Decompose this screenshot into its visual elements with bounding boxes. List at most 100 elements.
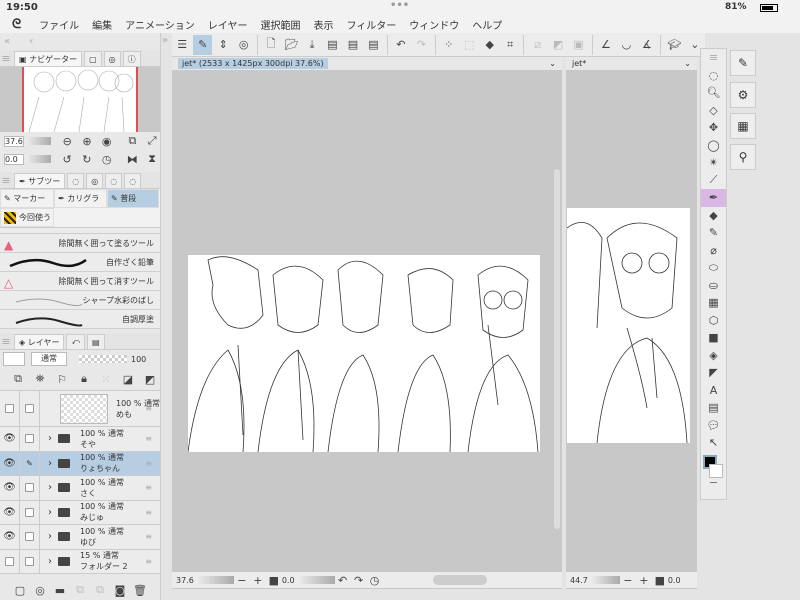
canvas-rotation-value[interactable]: 0.0 xyxy=(668,576,681,585)
speech-balloon-icon[interactable]: 💬︎ xyxy=(701,417,726,435)
learn-icon[interactable]: 🎓︎ xyxy=(665,35,683,55)
frame-icon[interactable]: ◤ xyxy=(701,364,726,382)
eye-icon[interactable]: 👁︎ xyxy=(3,531,16,542)
layer-row[interactable]: › 15 % 通常 フォルダー 2 ≡ xyxy=(0,549,160,574)
chevron-right-icon[interactable]: › xyxy=(48,507,52,518)
drag-handle-icon[interactable]: ≡ xyxy=(145,483,152,492)
layer-select-icon[interactable]: ◇ xyxy=(701,102,726,120)
blend-mode-select[interactable]: 通常 xyxy=(31,352,67,366)
chevron-right-icon[interactable]: › xyxy=(48,531,52,542)
redo-icon[interactable]: ↷ xyxy=(412,35,430,55)
magic-wand-icon[interactable]: ✴ xyxy=(701,154,726,172)
gradient-icon[interactable]: ■ xyxy=(701,329,726,347)
expression-color-select[interactable] xyxy=(3,352,25,366)
mask-icon[interactable]: ◪ xyxy=(120,371,136,387)
transform-icon[interactable]: ⌗ xyxy=(501,35,519,55)
eye-icon[interactable]: 👁︎ xyxy=(3,433,16,444)
open-icon[interactable]: 📂︎ xyxy=(282,35,300,55)
clip-layer-icon[interactable]: ⧉ xyxy=(10,371,26,387)
lock-icon[interactable]: 🔒︎ xyxy=(76,371,92,387)
rotation-value[interactable]: 0.0 xyxy=(4,153,24,165)
subtool-item[interactable]: 自作ざく鉛筆 xyxy=(0,253,160,272)
save-icon[interactable]: ⤓ xyxy=(303,35,321,55)
fill-icon[interactable]: ◆ xyxy=(480,35,498,55)
3d-figure-icon[interactable]: ⚲ xyxy=(730,144,756,170)
actual-size-icon[interactable]: ■ xyxy=(266,572,282,588)
flip-vertical-icon[interactable]: ⧗ xyxy=(144,151,160,167)
panel-menu-icon[interactable]: ≡ xyxy=(0,50,12,66)
panel-menu-icon[interactable]: ≡ xyxy=(0,333,12,349)
subtool-item[interactable]: 自調厚塗 xyxy=(0,310,160,329)
canvas-artwork-zoomed[interactable] xyxy=(566,208,690,444)
panel-menu-icon[interactable]: ≡ xyxy=(0,172,12,188)
up-down-icon[interactable]: ⇕ xyxy=(214,35,232,55)
pen-tool-icon[interactable]: ✒ xyxy=(701,189,726,207)
canvas-zoom-slider[interactable] xyxy=(589,576,620,584)
reset-rotation-icon[interactable]: ◷ xyxy=(367,572,383,588)
canvas-rotation-slider[interactable] xyxy=(296,576,335,584)
layer-mask-icon[interactable]: ◙ xyxy=(112,582,128,598)
clear-selection-icon[interactable]: ⁘ xyxy=(440,35,458,55)
zoom-out-icon[interactable]: − xyxy=(234,572,250,588)
reset-rotation-icon[interactable]: ◷ xyxy=(99,151,115,167)
canvas-artwork[interactable] xyxy=(187,255,540,453)
clip-studio-logo-icon[interactable]: ᘓ xyxy=(12,17,21,32)
chevron-down-icon[interactable]: ⌄ xyxy=(684,57,691,70)
hide-selection-icon[interactable]: ⧄ xyxy=(528,35,546,55)
subtool-item[interactable]: シャープ水彩のばし xyxy=(0,291,160,310)
zoom-out-icon[interactable]: − xyxy=(620,572,636,588)
tab-brush-size[interactable]: ◎ xyxy=(86,173,104,188)
menu-window[interactable]: ウィンドウ xyxy=(409,17,459,32)
tab-history[interactable]: ⤺ xyxy=(66,334,86,349)
drag-handle-icon[interactable]: ≡ xyxy=(145,434,152,443)
export-psd-icon[interactable]: ▤ xyxy=(364,35,382,55)
lock-transparent-icon[interactable]: ⁙ xyxy=(98,371,114,387)
chevron-right-icon[interactable]: › xyxy=(48,556,52,567)
menu-view[interactable]: 表示 xyxy=(313,17,333,32)
canvas-zoom-value[interactable]: 44.7 xyxy=(570,576,588,585)
layer-row[interactable]: 👁︎ › 100 % 通常 そや ≡ xyxy=(0,427,160,452)
subtool-group-everyday[interactable]: ✎ 普段 xyxy=(107,189,159,208)
export-png-icon[interactable]: ▤ xyxy=(344,35,362,55)
tab-subtool[interactable]: ✒ サブツー xyxy=(14,173,66,188)
layer-row[interactable]: 100 % 通常 めも ≡ xyxy=(0,391,160,427)
new-file-icon[interactable]: 🗋︎ xyxy=(262,35,280,55)
tab-more[interactable]: ◌ xyxy=(124,173,142,188)
storyboard-icon[interactable]: ▦ xyxy=(730,113,756,139)
chevron-right-icon[interactable]: › xyxy=(48,482,52,493)
chevron-right-icon[interactable]: › xyxy=(48,433,52,444)
brush-icon[interactable]: ✎ xyxy=(701,224,726,242)
rotate-right-icon[interactable]: ↷ xyxy=(351,572,367,588)
snap-ruler-icon[interactable]: ∠ xyxy=(597,35,615,55)
panel-collapse-bar[interactable]: « ‹ xyxy=(0,33,160,50)
subtool-group-calligraphy[interactable]: ✒ カリグラ xyxy=(54,189,107,208)
layer-row[interactable]: 👁︎ ✎ › 100 % 通常 りょちゃん ≡ xyxy=(0,451,160,476)
zoom-icon[interactable]: 🔍︎ xyxy=(701,84,726,102)
menu-file[interactable]: ファイル xyxy=(39,17,79,32)
lock-checkbox[interactable] xyxy=(25,507,34,517)
lasso-icon[interactable]: ◯ xyxy=(701,137,726,155)
tone-icon[interactable]: ◩ xyxy=(549,35,567,55)
menu-icon[interactable]: ☰ xyxy=(173,35,191,55)
blend-icon[interactable]: ⬭ xyxy=(701,259,726,277)
eyedropper-icon[interactable]: ⟋ xyxy=(701,172,726,190)
merge-down-icon[interactable]: ⧉ xyxy=(92,582,108,598)
draft-layer-icon[interactable]: ⚐ xyxy=(54,371,70,387)
horizontal-scrollbar[interactable] xyxy=(432,575,487,585)
drag-handle-icon[interactable]: ≡ xyxy=(145,404,152,413)
tab-navigator[interactable]: ▣ ナビゲーター xyxy=(14,51,83,66)
delete-layer-icon[interactable]: 🗑︎ xyxy=(132,582,148,598)
navigator-preview[interactable] xyxy=(0,67,160,133)
tab-item-bank[interactable]: ◎ xyxy=(103,51,121,66)
drag-handle-icon[interactable]: ≡ xyxy=(145,532,152,541)
tab-color[interactable]: ◌ xyxy=(105,173,123,188)
lasso-select-icon[interactable]: ◌ xyxy=(701,67,726,85)
actual-size-icon[interactable]: ■ xyxy=(652,572,668,588)
border-icon[interactable]: ▣ xyxy=(569,35,587,55)
ruler-display-icon[interactable]: ◩ xyxy=(142,371,158,387)
transfer-down-icon[interactable]: ⧉ xyxy=(72,582,88,598)
multitask-dots[interactable]: ••• xyxy=(390,0,409,11)
flip-horizontal-icon[interactable]: ⧓ xyxy=(124,151,140,167)
tab-layer[interactable]: ◈ レイヤー xyxy=(14,334,65,349)
airbrush-icon[interactable]: ⛀ xyxy=(701,277,726,295)
